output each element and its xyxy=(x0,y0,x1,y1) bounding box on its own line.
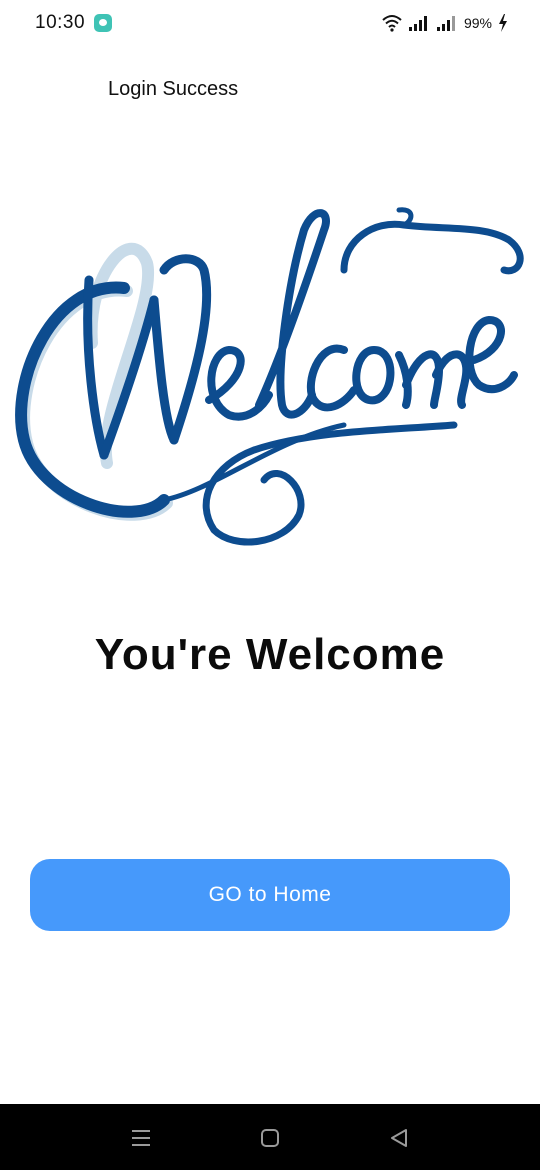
message-icon xyxy=(94,14,112,32)
battery-level: 99% xyxy=(463,15,492,31)
welcome-illustration xyxy=(15,207,524,546)
wifi-icon xyxy=(382,15,402,32)
go-to-home-button[interactable]: GO to Home xyxy=(30,859,510,931)
menu-icon[interactable] xyxy=(127,1124,155,1152)
status-bar: 10:30 99% xyxy=(0,0,540,48)
signal-icon xyxy=(436,16,455,31)
status-time: 10:30 xyxy=(35,12,86,33)
signal-icon xyxy=(408,16,427,31)
home-square-icon[interactable] xyxy=(256,1124,284,1152)
charging-icon xyxy=(499,14,507,32)
page-title: Login Success xyxy=(108,78,239,100)
welcome-headline: You're Welcome xyxy=(94,630,446,679)
back-triangle-icon[interactable] xyxy=(385,1124,413,1152)
system-nav-bar xyxy=(0,1104,540,1170)
status-indicators: 99% xyxy=(382,12,508,34)
